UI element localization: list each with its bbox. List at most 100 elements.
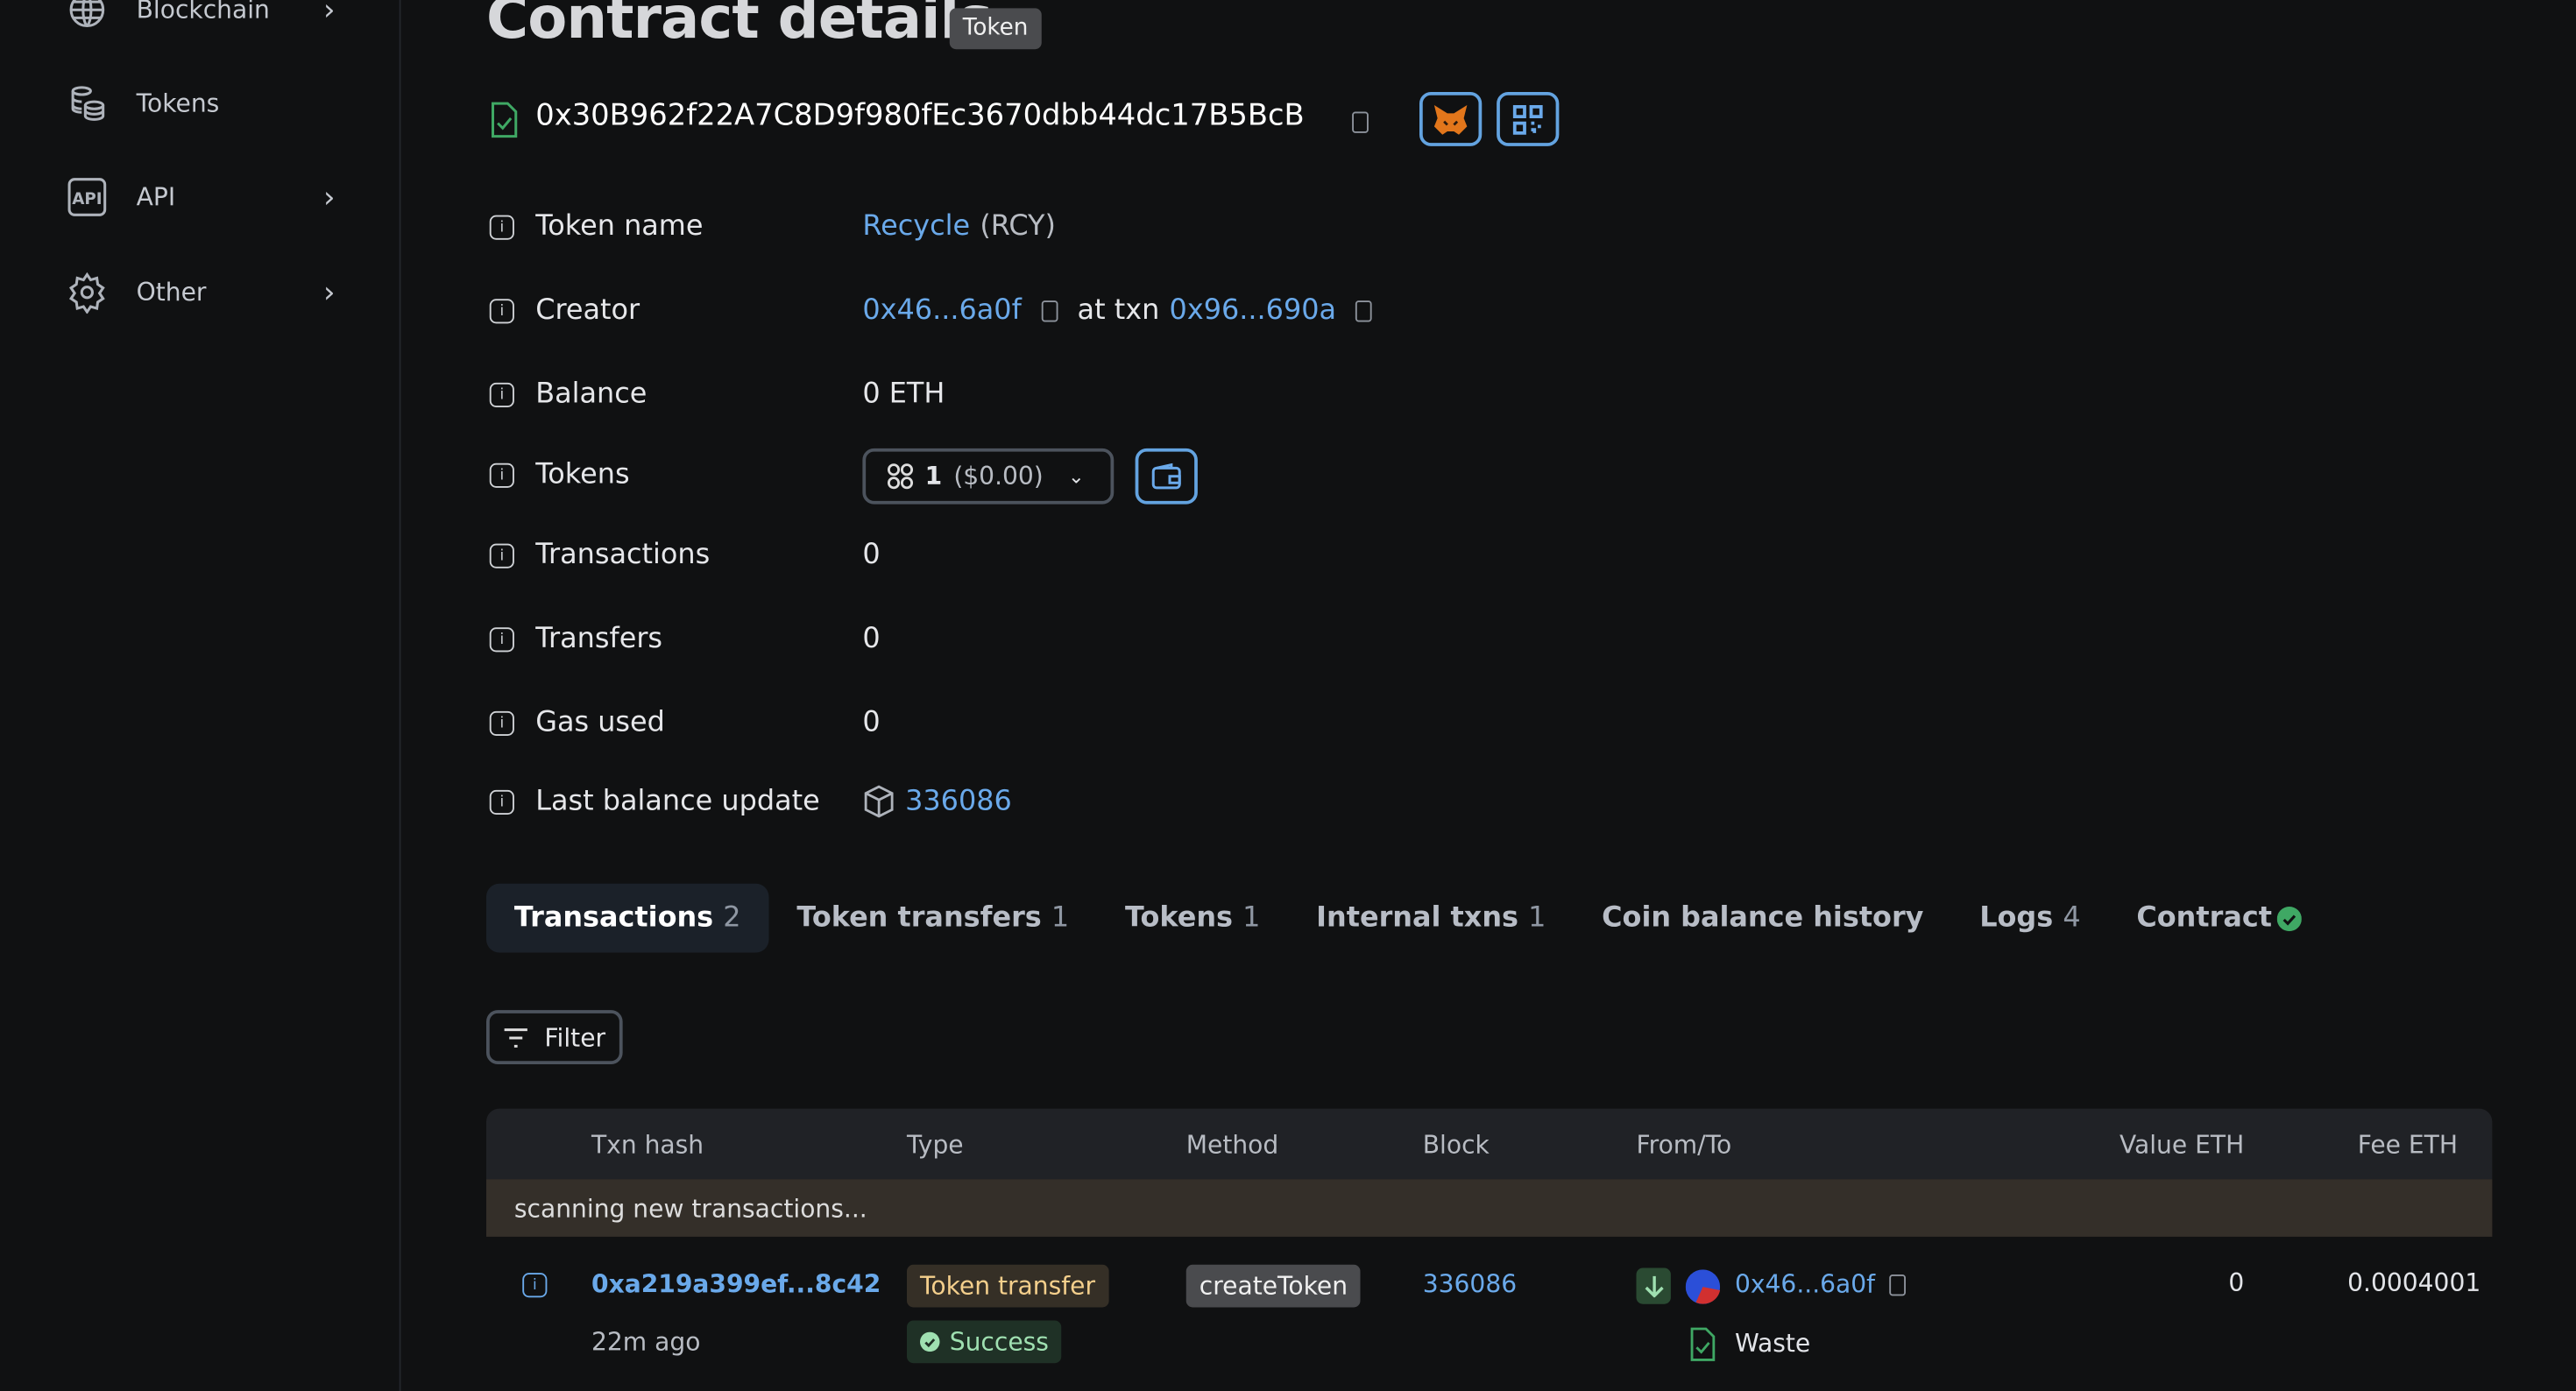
- block-link[interactable]: 336086: [1423, 1269, 1517, 1299]
- verified-check-icon: [2276, 906, 2302, 931]
- value-eth: 0: [2228, 1267, 2245, 1298]
- address-avatar: [1685, 1269, 1721, 1304]
- token-symbol: (RCY): [980, 210, 1056, 244]
- wallet-button[interactable]: [1135, 448, 1198, 505]
- fee-eth: 0.0004001: [2347, 1267, 2481, 1298]
- at-txn-text: at txn: [1077, 293, 1160, 328]
- last-balance-update-value: 336086: [862, 785, 1012, 818]
- tab-internal-txns[interactable]: Internal txns 1: [1288, 884, 1574, 953]
- add-to-metamask-button[interactable]: [1419, 92, 1483, 146]
- copy-icon[interactable]: [1355, 300, 1373, 321]
- api-icon: API: [67, 178, 107, 216]
- token-name-label: Token name: [535, 210, 704, 244]
- transactions-value: 0: [862, 539, 881, 572]
- info-icon[interactable]: i: [489, 710, 514, 736]
- balance-value: 0 ETH: [862, 378, 945, 411]
- to-contract-link[interactable]: Waste: [1735, 1329, 1810, 1359]
- gas-used-value: 0: [862, 706, 881, 739]
- info-icon[interactable]: i: [489, 299, 514, 324]
- creator-txn-link[interactable]: 0x96...690a: [1170, 294, 1336, 328]
- filter-icon: [505, 1027, 528, 1047]
- balance-label: Balance: [535, 378, 648, 411]
- column-type: Type: [907, 1130, 964, 1160]
- tab-contract[interactable]: Contract: [2109, 884, 2330, 953]
- contract-file-icon: [1690, 1327, 1716, 1361]
- creator-value: 0x46...6a0f at txn 0x96...690a: [862, 293, 1373, 328]
- from-address: 0x46...6a0f: [1735, 1269, 1907, 1299]
- creator-address-link[interactable]: 0x46...6a0f: [862, 294, 1021, 328]
- transfers-label: Transfers: [535, 622, 663, 656]
- tabs: Transactions 2 Token transfers 1 Tokens …: [486, 883, 2330, 953]
- info-icon[interactable]: i: [489, 462, 514, 488]
- txn-hash-link[interactable]: 0xa219a399ef...8c42: [591, 1269, 881, 1299]
- copy-icon[interactable]: [1889, 1274, 1907, 1296]
- creator-label: Creator: [535, 293, 640, 328]
- sidebar-item-label: Other: [136, 277, 207, 307]
- coins-icon: [71, 86, 105, 121]
- token-name-value: Recycle (RCY): [862, 210, 1056, 244]
- qr-code-button[interactable]: [1497, 92, 1560, 146]
- tab-transactions[interactable]: Transactions 2: [486, 883, 769, 953]
- column-value-eth[interactable]: Value ETH: [2120, 1130, 2244, 1160]
- sidebar-item-tokens[interactable]: Tokens: [66, 79, 345, 128]
- tokens-dropdown[interactable]: 1 ($0.00) ⌄: [862, 448, 1115, 505]
- block-link[interactable]: 336086: [905, 785, 1012, 818]
- sidebar-item-label: Tokens: [136, 88, 220, 118]
- column-block: Block: [1422, 1130, 1490, 1160]
- tab-coin-balance-history[interactable]: Coin balance history: [1574, 884, 1951, 953]
- contract-file-icon: [492, 102, 518, 138]
- status-badge: Success: [907, 1320, 1062, 1364]
- info-icon[interactable]: i: [522, 1273, 548, 1298]
- filter-button[interactable]: Filter: [486, 1010, 623, 1064]
- gear-icon: [68, 272, 105, 314]
- info-icon[interactable]: i: [489, 789, 514, 815]
- wallet-icon: [1151, 462, 1181, 490]
- gas-used-label: Gas used: [535, 706, 665, 739]
- info-icon[interactable]: i: [489, 543, 514, 568]
- column-fee-eth[interactable]: Fee ETH: [2358, 1130, 2458, 1160]
- scanning-notice: scanning new transactions...: [486, 1179, 2493, 1237]
- txn-age: 22m ago: [591, 1327, 701, 1357]
- token-name-link[interactable]: Recycle: [862, 210, 970, 244]
- info-icon[interactable]: i: [489, 627, 514, 653]
- type-badge: Token transfer: [907, 1264, 1109, 1308]
- success-check-icon: [920, 1331, 940, 1352]
- tab-logs[interactable]: Logs 4: [1951, 884, 2108, 953]
- last-balance-update-label: Last balance update: [535, 785, 820, 818]
- sidebar-item-api[interactable]: API API ›: [66, 173, 345, 222]
- sidebar-item-label: Blockchain: [136, 0, 270, 25]
- info-icon[interactable]: i: [489, 215, 514, 240]
- column-from-to: From/To: [1636, 1130, 1732, 1160]
- info-icon[interactable]: i: [489, 382, 514, 407]
- block-cube-icon: [864, 785, 894, 818]
- tab-token-transfers[interactable]: Token transfers 1: [768, 884, 1097, 953]
- tokens-label: Tokens: [535, 458, 630, 491]
- method-badge: createToken: [1185, 1264, 1362, 1308]
- transfers-value: 0: [862, 622, 881, 656]
- copy-icon[interactable]: [1041, 300, 1058, 321]
- qr-code-icon: [1512, 104, 1543, 134]
- column-txn-hash: Txn hash: [591, 1130, 704, 1160]
- svg-text:API: API: [72, 190, 102, 208]
- sidebar-item-label: API: [136, 182, 176, 212]
- chevron-right-icon: ›: [322, 180, 336, 215]
- sidebar-item-blockchain[interactable]: Blockchain ›: [66, 0, 345, 34]
- sidebar-item-other[interactable]: Other ›: [66, 268, 345, 317]
- tokens-grid-icon: [887, 463, 914, 490]
- chevron-down-icon: ⌄: [1067, 464, 1085, 488]
- globe-icon: [69, 0, 105, 28]
- page-title: Contract details: [486, 0, 993, 53]
- tab-tokens[interactable]: Tokens 1: [1097, 884, 1288, 953]
- sidebar: Blockchain › Tokens API API › Other ›: [0, 0, 401, 1391]
- filter-label: Filter: [544, 1022, 606, 1052]
- from-address-link[interactable]: 0x46...6a0f: [1735, 1269, 1875, 1299]
- incoming-arrow-icon: [1636, 1267, 1671, 1304]
- tokens-usd: ($0.00): [953, 461, 1044, 491]
- copy-icon[interactable]: [1352, 111, 1369, 133]
- tokens-count: 1: [924, 461, 943, 491]
- metamask-icon: [1433, 104, 1468, 134]
- contract-address: 0x30B962f22A7C8D9f980fEc3670dbb44dc17B5B…: [535, 98, 1305, 133]
- chevron-right-icon: ›: [322, 0, 336, 27]
- column-method: Method: [1185, 1130, 1279, 1160]
- token-badge: Token: [949, 8, 1042, 50]
